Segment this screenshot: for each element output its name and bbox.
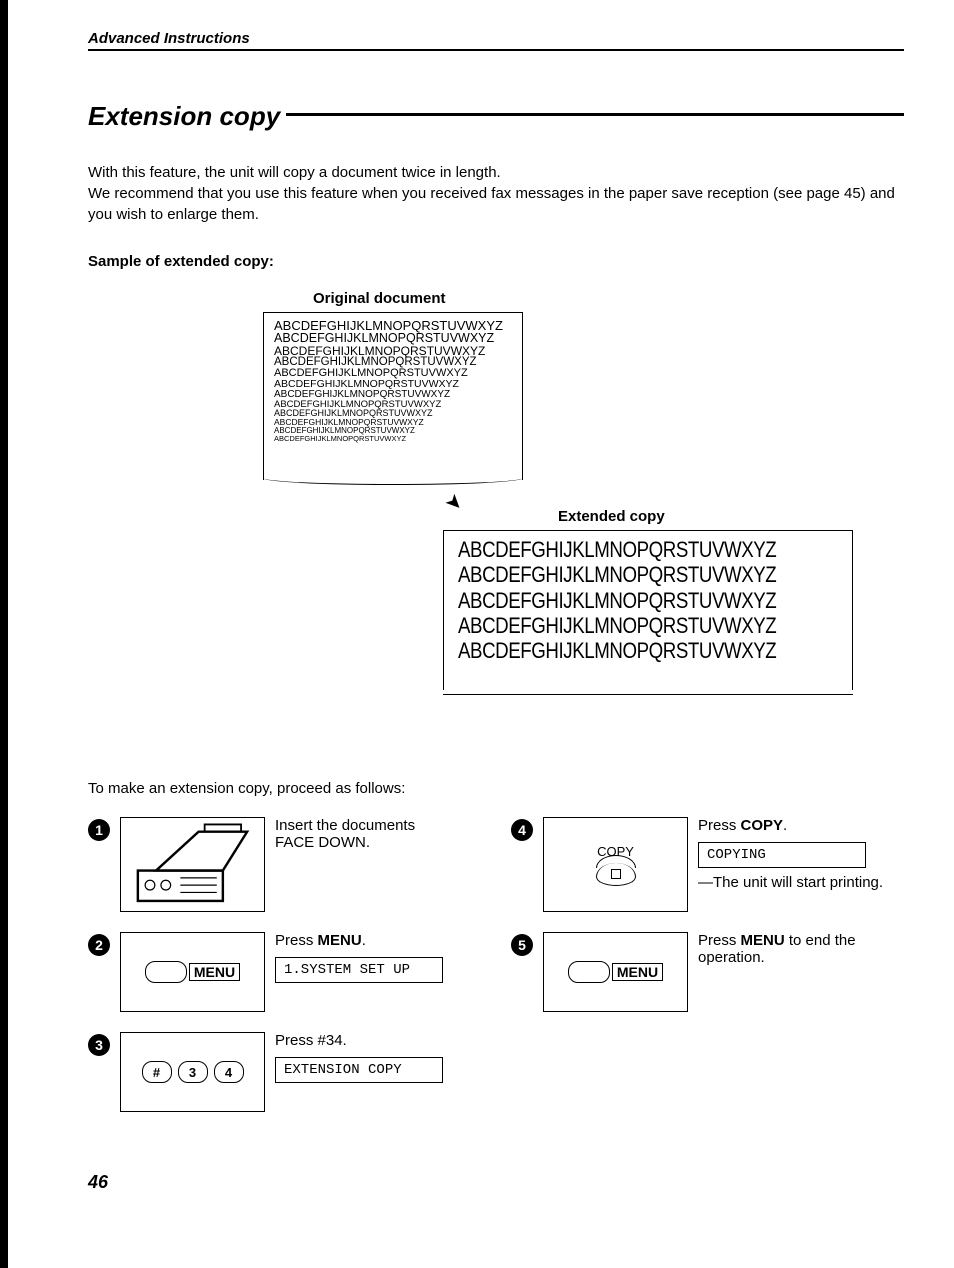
step-5-text-a: Press <box>698 932 741 949</box>
step-4-bold: COPY <box>741 817 784 834</box>
orig-line: ABCDEFGHIJKLMNOPQRSTUVWXYZ <box>274 379 512 390</box>
sample-diagram: Original document ABCDEFGHIJKLMNOPQRSTUV… <box>88 290 904 720</box>
step-5-bold: MENU <box>741 932 785 949</box>
step-3-text: Press #34. <box>275 1032 347 1049</box>
step-2-text-b: . <box>362 932 366 949</box>
step-2-illustration: MENU <box>120 932 265 1012</box>
step-1: 1 Insert the documents FACE <box>88 817 481 912</box>
menu-key-label: MENU <box>612 963 663 981</box>
step-5-illustration: MENU <box>543 932 688 1012</box>
ext-line: ABCDEFGHIJKLMNOPQRSTUVWXYZ <box>458 638 790 663</box>
hash-key-icon: # <box>142 1061 172 1083</box>
indicator-icon <box>611 869 621 879</box>
step-number-icon: 1 <box>88 819 110 841</box>
step-1-illustration <box>120 817 265 912</box>
intro-paragraph-1: With this feature, the unit will copy a … <box>88 162 904 183</box>
step-4-text-a: Press <box>698 817 741 834</box>
step-4-text-b: . <box>783 817 787 834</box>
digit-4-key-icon: 4 <box>214 1061 244 1083</box>
down-arrow-icon: ➤ <box>440 488 470 518</box>
sample-heading: Sample of extended copy: <box>88 253 904 270</box>
orig-line: ABCDEFGHIJKLMNOPQRSTUVWXYZ <box>274 332 512 345</box>
extended-copy-box: ABCDEFGHIJKLMNOPQRSTUVWXYZ ABCDEFGHIJKLM… <box>443 530 853 690</box>
step-2-text-a: Press <box>275 932 318 949</box>
orig-line: ABCDEFGHIJKLMNOPQRSTUVWXYZ <box>274 390 512 400</box>
intro-paragraph-2: We recommend that you use this feature w… <box>88 183 904 225</box>
extended-copy-label: Extended copy <box>558 508 665 525</box>
oval-button-icon <box>145 961 187 983</box>
lcd-display: COPYING <box>698 842 866 868</box>
ext-line: ABCDEFGHIJKLMNOPQRSTUVWXYZ <box>458 613 790 638</box>
original-document-box: ABCDEFGHIJKLMNOPQRSTUVWXYZ ABCDEFGHIJKLM… <box>263 312 523 480</box>
step-4-note: —The unit will start printing. <box>698 874 904 891</box>
ext-line: ABCDEFGHIJKLMNOPQRSTUVWXYZ <box>458 562 790 587</box>
lcd-display: 1.SYSTEM SET UP <box>275 957 443 983</box>
page-title: Extension copy <box>88 101 286 132</box>
step-4-illustration: COPY <box>543 817 688 912</box>
orig-box-bottom-edge <box>263 478 523 485</box>
step-2: 2 MENU Press MENU. 1.SYSTEM SET UP <box>88 932 481 1012</box>
oval-button-icon <box>568 961 610 983</box>
digit-3-key-icon: 3 <box>178 1061 208 1083</box>
original-document-label: Original document <box>313 290 446 307</box>
ext-line: ABCDEFGHIJKLMNOPQRSTUVWXYZ <box>458 588 790 613</box>
page-number: 46 <box>88 1172 904 1193</box>
step-4: 4 COPY Press COPY. COPYING —The unit wil… <box>511 817 904 912</box>
orig-line: ABCDEFGHIJKLMNOPQRSTUVWXYZ <box>274 345 512 357</box>
title-rule <box>286 113 904 116</box>
ext-line: ABCDEFGHIJKLMNOPQRSTUVWXYZ <box>458 537 790 562</box>
step-5: 5 MENU Press MENU to end the operation. <box>511 932 904 1012</box>
ext-box-bottom-edge <box>443 688 853 695</box>
step-number-icon: 3 <box>88 1034 110 1056</box>
step-3: 3 # 3 4 Press #34. EXTENSION COPY <box>88 1032 481 1112</box>
step-number-icon: 2 <box>88 934 110 956</box>
step-1-text-b: FACE DOWN. <box>275 834 370 851</box>
page-title-row: Extension copy <box>88 101 904 132</box>
step-2-bold: MENU <box>318 932 362 949</box>
step-3-illustration: # 3 4 <box>120 1032 265 1112</box>
section-header: Advanced Instructions <box>88 30 904 51</box>
fax-machine-icon <box>125 822 260 907</box>
step-number-icon: 5 <box>511 934 533 956</box>
orig-line: ABCDEFGHIJKLMNOPQRSTUVWXYZ <box>274 435 512 443</box>
step-1-text-a: Insert the documents <box>275 817 415 834</box>
menu-key-label: MENU <box>189 963 240 981</box>
procedure-intro: To make an extension copy, proceed as fo… <box>88 780 904 797</box>
lcd-display: EXTENSION COPY <box>275 1057 443 1083</box>
step-number-icon: 4 <box>511 819 533 841</box>
copy-button-icon <box>596 863 636 886</box>
